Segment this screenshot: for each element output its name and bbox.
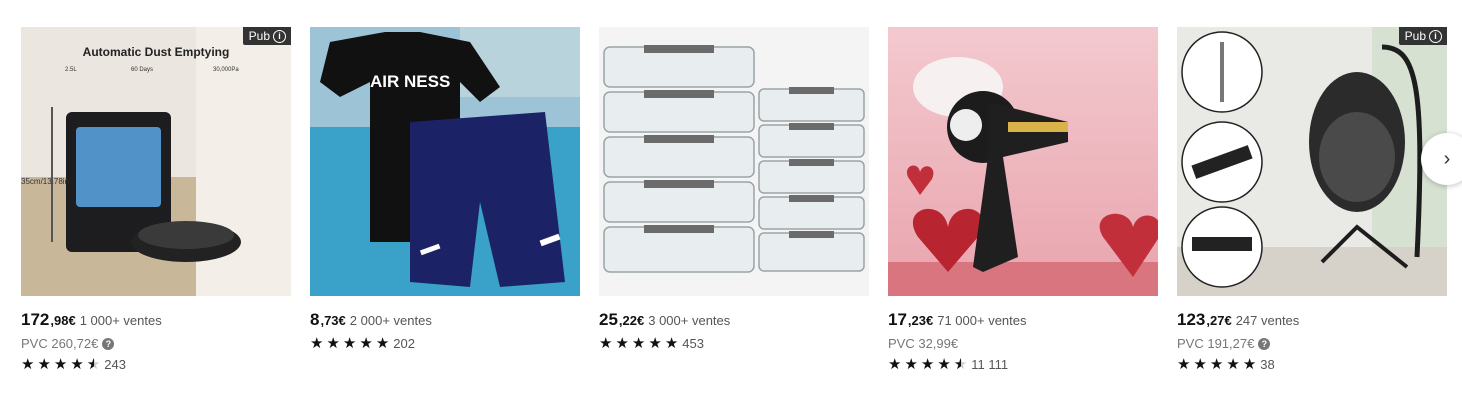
star-rating: ★ ★ ★ ★ ★ [888, 357, 967, 372]
star-icon: ★ [937, 356, 951, 373]
sales-count: 1 000+ ventes [79, 313, 162, 328]
star-rating: ★ ★ ★ ★ ★ [1177, 357, 1256, 372]
price-decimal: ,73€ [320, 313, 346, 328]
star-rating: ★ ★ ★ ★ ★ [599, 336, 678, 351]
product-card[interactable]: Pub i 123 ,27€ 247 ventes PVC 191,27€ ? … [1177, 27, 1447, 372]
pvc-row: PVC 260,72€ ? [21, 336, 291, 351]
product-image[interactable] [599, 27, 869, 296]
price-decimal: ,98€ [50, 313, 76, 328]
question-icon[interactable]: ? [102, 337, 115, 350]
chevron-right-icon: › [1443, 147, 1451, 170]
product-card[interactable]: 25 ,22€ 3 000+ ventes ★ ★ ★ ★ ★ 453 [599, 27, 869, 372]
price-row: 8 ,73€ 2 000+ ventes [310, 310, 580, 330]
star-icon: ★ [359, 335, 373, 352]
star-icon: ★ [342, 335, 357, 352]
rating-row: ★ ★ ★ ★ ★ 453 [599, 336, 869, 351]
rating-row: ★ ★ ★ ★ ★ 38 [1177, 357, 1447, 372]
product-image[interactable]: AIR NESS [310, 27, 580, 296]
price-integer: 172 [21, 310, 50, 329]
sponsored-label: Pub [1404, 29, 1426, 43]
rating-row: ★ ★ ★ ★ ★ 243 [21, 357, 291, 372]
product-image[interactable]: Automatic Dust Emptying 2.5L 60 Days 30,… [21, 27, 291, 296]
star-icon: ★ [37, 356, 51, 373]
price-row: 172 ,98€ 1 000+ ventes [21, 310, 291, 330]
star-icon: ★ [648, 335, 662, 352]
rating-count: 38 [1260, 357, 1275, 372]
star-icon: ★ [326, 335, 340, 352]
product-image[interactable]: Pub i [1177, 27, 1447, 296]
price-integer: 17 [888, 310, 907, 329]
half-star-icon: ★ [954, 357, 967, 372]
star-icon: ★ [631, 335, 646, 352]
star-icon: ★ [1193, 356, 1207, 373]
sales-count: 3 000+ ventes [648, 313, 731, 328]
rating-row: ★ ★ ★ ★ ★ 11 111 [888, 357, 1158, 372]
star-icon: ★ [664, 335, 679, 352]
price-integer: 8 [310, 310, 320, 329]
image-feature-3: 30,000Pa [213, 67, 239, 73]
star-icon: ★ [599, 335, 613, 352]
food-containers-image [599, 27, 869, 296]
star-icon: ★ [888, 356, 902, 373]
sponsored-label: Pub [248, 29, 270, 43]
star-icon: ★ [1209, 356, 1224, 373]
image-dimension: 35cm/13.78in [21, 177, 70, 186]
price-decimal: ,27€ [1206, 313, 1232, 328]
sportswear-set-image [310, 27, 580, 296]
info-icon: i [273, 29, 286, 43]
product-card[interactable]: Automatic Dust Emptying 2.5L 60 Days 30,… [21, 27, 291, 372]
star-icon: ★ [375, 335, 390, 352]
info-icon: i [1429, 29, 1442, 43]
garment-steamer-image [888, 27, 1158, 296]
price-row: 123 ,27€ 247 ventes [1177, 310, 1447, 330]
image-brand: AIR NESS [370, 72, 451, 91]
sales-count: 71 000+ ventes [937, 313, 1027, 328]
star-icon: ★ [904, 356, 918, 373]
star-icon: ★ [615, 335, 629, 352]
sponsored-badge[interactable]: Pub i [1398, 27, 1447, 45]
price-row: 17 ,23€ 71 000+ ventes [888, 310, 1158, 330]
star-icon: ★ [1177, 356, 1191, 373]
star-rating: ★ ★ ★ ★ ★ [21, 357, 100, 372]
product-card[interactable]: 17 ,23€ 71 000+ ventes PVC 32,99€ ★ ★ ★ … [888, 27, 1158, 372]
star-rating: ★ ★ ★ ★ ★ [310, 336, 389, 351]
star-icon: ★ [1226, 356, 1240, 373]
star-icon: ★ [70, 356, 84, 373]
hanging-chair-image [1177, 27, 1447, 296]
price-integer: 123 [1177, 310, 1206, 329]
product-carousel: Automatic Dust Emptying 2.5L 60 Days 30,… [21, 27, 1447, 372]
pvc-row: PVC 32,99€ [888, 336, 1158, 351]
price-row: 25 ,22€ 3 000+ ventes [599, 310, 869, 330]
rating-count: 243 [104, 357, 126, 372]
image-heading: Automatic Dust Emptying [82, 45, 230, 59]
image-feature-2: 60 Days [131, 67, 154, 73]
rating-row: ★ ★ ★ ★ ★ 202 [310, 336, 580, 351]
rating-count: 11 111 [971, 357, 1009, 372]
price-integer: 25 [599, 310, 618, 329]
price-decimal: ,22€ [618, 313, 645, 328]
pvc-price: PVC 260,72€ [21, 336, 99, 351]
product-card[interactable]: AIR NESS 8 ,73€ 2 000+ ventes ★ ★ ★ ★ ★ … [310, 27, 580, 372]
pvc-price: PVC 32,99€ [888, 336, 959, 351]
product-image[interactable] [888, 27, 1158, 296]
image-feature-1: 2.5L [65, 67, 77, 73]
rating-count: 453 [682, 336, 704, 351]
star-icon: ★ [310, 335, 324, 352]
robot-vacuum-image [21, 27, 291, 296]
star-icon: ★ [1242, 356, 1257, 373]
pvc-row: PVC 191,27€ ? [1177, 336, 1447, 351]
star-icon: ★ [53, 356, 68, 373]
sales-count: 247 ventes [1235, 313, 1300, 328]
pvc-price: PVC 191,27€ [1177, 336, 1255, 351]
sales-count: 2 000+ ventes [349, 313, 432, 328]
half-star-icon: ★ [87, 357, 100, 372]
rating-count: 202 [393, 336, 415, 351]
star-icon: ★ [920, 356, 935, 373]
price-decimal: ,23€ [907, 313, 934, 328]
sponsored-badge[interactable]: Pub i [242, 27, 291, 45]
star-icon: ★ [21, 356, 35, 373]
question-icon[interactable]: ? [1258, 337, 1271, 350]
